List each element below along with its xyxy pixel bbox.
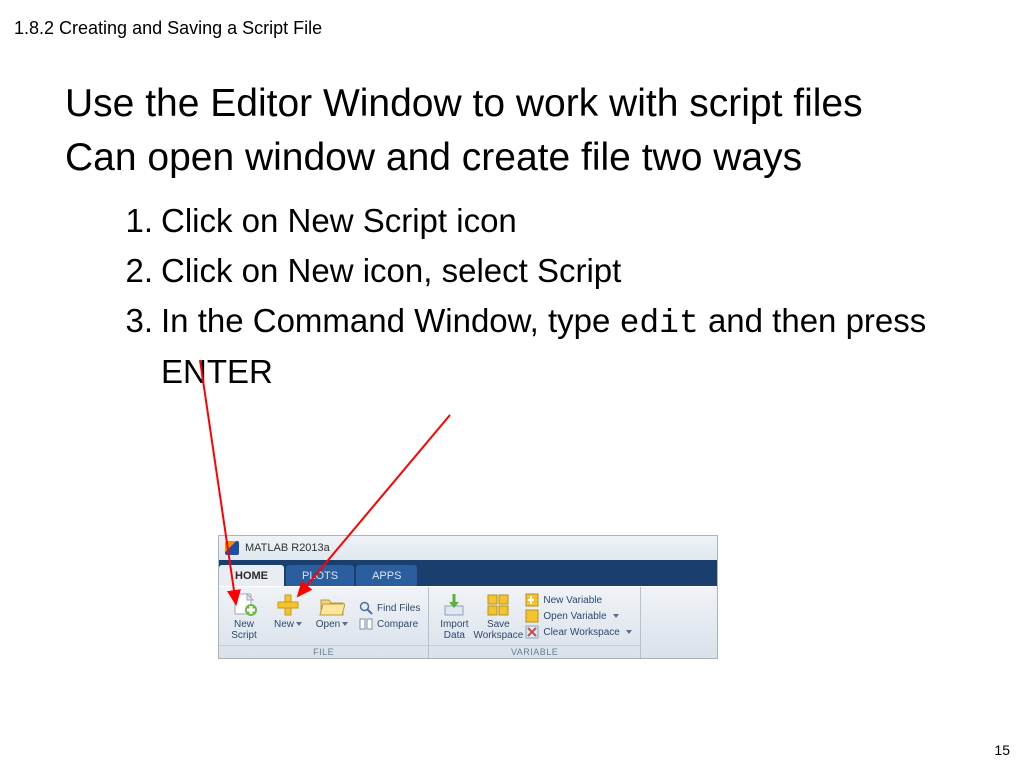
ribbon-group-file: NewScript New Open [219,587,429,658]
chevron-down-icon [626,630,632,634]
ribbon-group-variable: ImportData SaveWorkspace New Variable [429,587,641,658]
slide-header: 1.8.2 Creating and Saving a Script File [14,18,322,39]
matlab-title: MATLAB R2013a [245,542,330,554]
page-number: 15 [994,742,1010,758]
compare-label: Compare [377,619,418,630]
find-files-button[interactable]: Find Files [359,601,420,615]
new-script-button[interactable]: NewScript [223,589,265,643]
chevron-down-icon [342,622,348,626]
new-script-label: NewScript [231,620,257,641]
matlab-titlebar: MATLAB R2013a [219,536,717,560]
open-variable-label: Open Variable [543,611,606,622]
import-data-button[interactable]: ImportData [433,589,475,643]
compare-icon [359,617,373,631]
new-script-icon [231,592,257,618]
new-variable-button[interactable]: New Variable [525,593,632,607]
clear-workspace-icon [525,625,539,639]
tab-plots[interactable]: PLOTS [286,565,354,586]
chevron-down-icon [613,614,619,618]
open-button[interactable]: Open [311,589,353,643]
tab-home[interactable]: HOME [219,565,284,586]
chevron-down-icon [296,622,302,626]
search-icon [359,601,373,615]
intro-line-2: Can open window and create file two ways [65,134,945,182]
list-item: Click on New Script icon [105,197,945,245]
save-workspace-button[interactable]: SaveWorkspace [477,589,519,643]
tab-apps[interactable]: APPS [356,565,417,586]
ways-list: Click on New Script icon Click on New ic… [105,197,945,395]
find-files-label: Find Files [377,603,420,614]
new-label: New [274,620,302,631]
code-edit: edit [620,305,699,342]
clear-workspace-label: Clear Workspace [543,627,620,638]
plus-icon [275,592,301,618]
open-label: Open [316,620,348,631]
open-variable-icon [525,609,539,623]
folder-open-icon [319,592,345,618]
new-button[interactable]: New [267,589,309,643]
ribbon-caption-variable: VARIABLE [429,645,640,658]
clear-workspace-button[interactable]: Clear Workspace [525,625,632,639]
open-variable-button[interactable]: Open Variable [525,609,632,623]
new-variable-icon [525,593,539,607]
compare-button[interactable]: Compare [359,617,420,631]
new-variable-label: New Variable [543,595,602,606]
list-item: Click on New icon, select Script [105,247,945,295]
ribbon-caption-file: FILE [219,645,428,658]
import-data-label: ImportData [440,620,468,641]
list-item-text-pre: In the Command Window, type [161,302,620,339]
matlab-ribbon: NewScript New Open [219,586,717,658]
matlab-logo-icon [225,541,239,555]
import-icon [441,592,467,618]
save-workspace-icon [485,592,511,618]
matlab-screenshot: MATLAB R2013a HOME PLOTS APPS NewScript … [218,535,718,659]
save-workspace-label: SaveWorkspace [473,620,523,641]
list-item: In the Command Window, type edit and the… [105,297,945,396]
slide-content: Use the Editor Window to work with scrip… [65,80,945,398]
matlab-tabs: HOME PLOTS APPS [219,560,717,586]
intro-line-1: Use the Editor Window to work with scrip… [65,80,945,128]
